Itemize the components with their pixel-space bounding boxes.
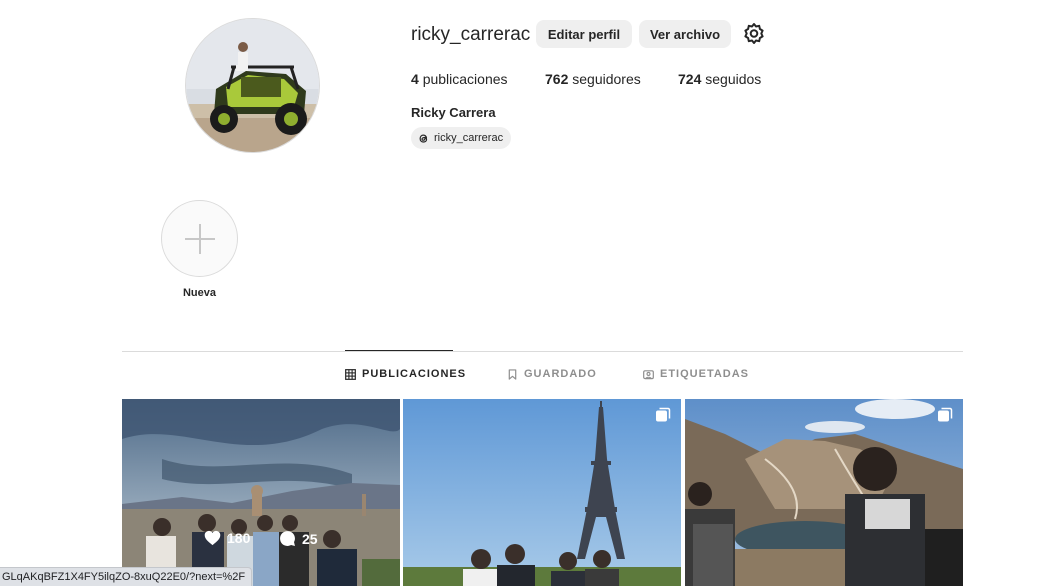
- browser-status-url: GLqAKqBFZ1X4FY5ilqZO-8xuQ22E0/?next=%2F: [0, 567, 253, 586]
- likes-count: 180: [227, 530, 251, 546]
- post-photo-volcano: [685, 399, 963, 586]
- heart-icon: [204, 530, 221, 546]
- plus-icon: [184, 223, 215, 254]
- bookmark-icon: [508, 368, 517, 380]
- tagged-icon: [643, 369, 654, 379]
- post-thumbnail[interactable]: [403, 399, 681, 586]
- post-photo-eiffel: [403, 399, 681, 586]
- comments-count: 25: [302, 530, 318, 547]
- posts-count: 4: [411, 71, 419, 87]
- grid-icon: [345, 368, 356, 380]
- tab-saved-label: GUARDADO: [524, 368, 597, 380]
- tab-tagged[interactable]: ETIQUETADAS: [643, 368, 749, 380]
- new-highlight-circle: [164, 203, 235, 274]
- profile-username: ricky_carrerac: [411, 24, 531, 45]
- tab-saved[interactable]: GUARDADO: [507, 368, 597, 380]
- threads-link[interactable]: ricky_carrerac: [411, 127, 512, 149]
- view-archive-button[interactable]: Ver archivo: [639, 20, 731, 48]
- followers-stat[interactable]: 762 seguidores: [545, 71, 641, 87]
- multiple-photos-icon: [656, 407, 671, 422]
- new-highlight-label: Nueva: [182, 287, 217, 299]
- posts-label: publicaciones: [422, 71, 508, 87]
- settings-gear-icon[interactable]: [743, 22, 765, 44]
- post-thumbnail[interactable]: [685, 399, 963, 586]
- new-highlight-button[interactable]: [161, 200, 238, 277]
- post-thumbnail[interactable]: 180 25: [122, 399, 400, 586]
- comment-icon: [280, 531, 295, 546]
- threads-handle: ricky_carrerac: [434, 132, 504, 144]
- tab-posts-label: PUBLICACIONES: [362, 368, 467, 380]
- posts-count-stat: 4 publicaciones: [411, 71, 508, 87]
- post-comments: 25: [279, 530, 318, 547]
- tab-posts[interactable]: PUBLICACIONES: [345, 368, 466, 380]
- following-count: 724: [678, 71, 702, 87]
- tabs-divider: [122, 351, 963, 352]
- followers-count: 762: [545, 71, 569, 87]
- following-stat[interactable]: 724 seguidos: [678, 71, 761, 87]
- tab-tagged-label: ETIQUETADAS: [660, 368, 750, 380]
- followers-label: seguidores: [572, 71, 641, 87]
- edit-profile-button[interactable]: Editar perfil: [536, 20, 632, 48]
- post-hover-overlay: 180 25: [122, 399, 400, 586]
- active-tab-indicator: [345, 350, 453, 351]
- post-likes: 180: [204, 530, 250, 546]
- threads-icon: [419, 134, 428, 143]
- following-label: seguidos: [705, 71, 762, 87]
- profile-avatar[interactable]: [185, 18, 320, 153]
- multiple-photos-icon: [938, 407, 953, 422]
- profile-full-name: Ricky Carrera: [411, 105, 496, 120]
